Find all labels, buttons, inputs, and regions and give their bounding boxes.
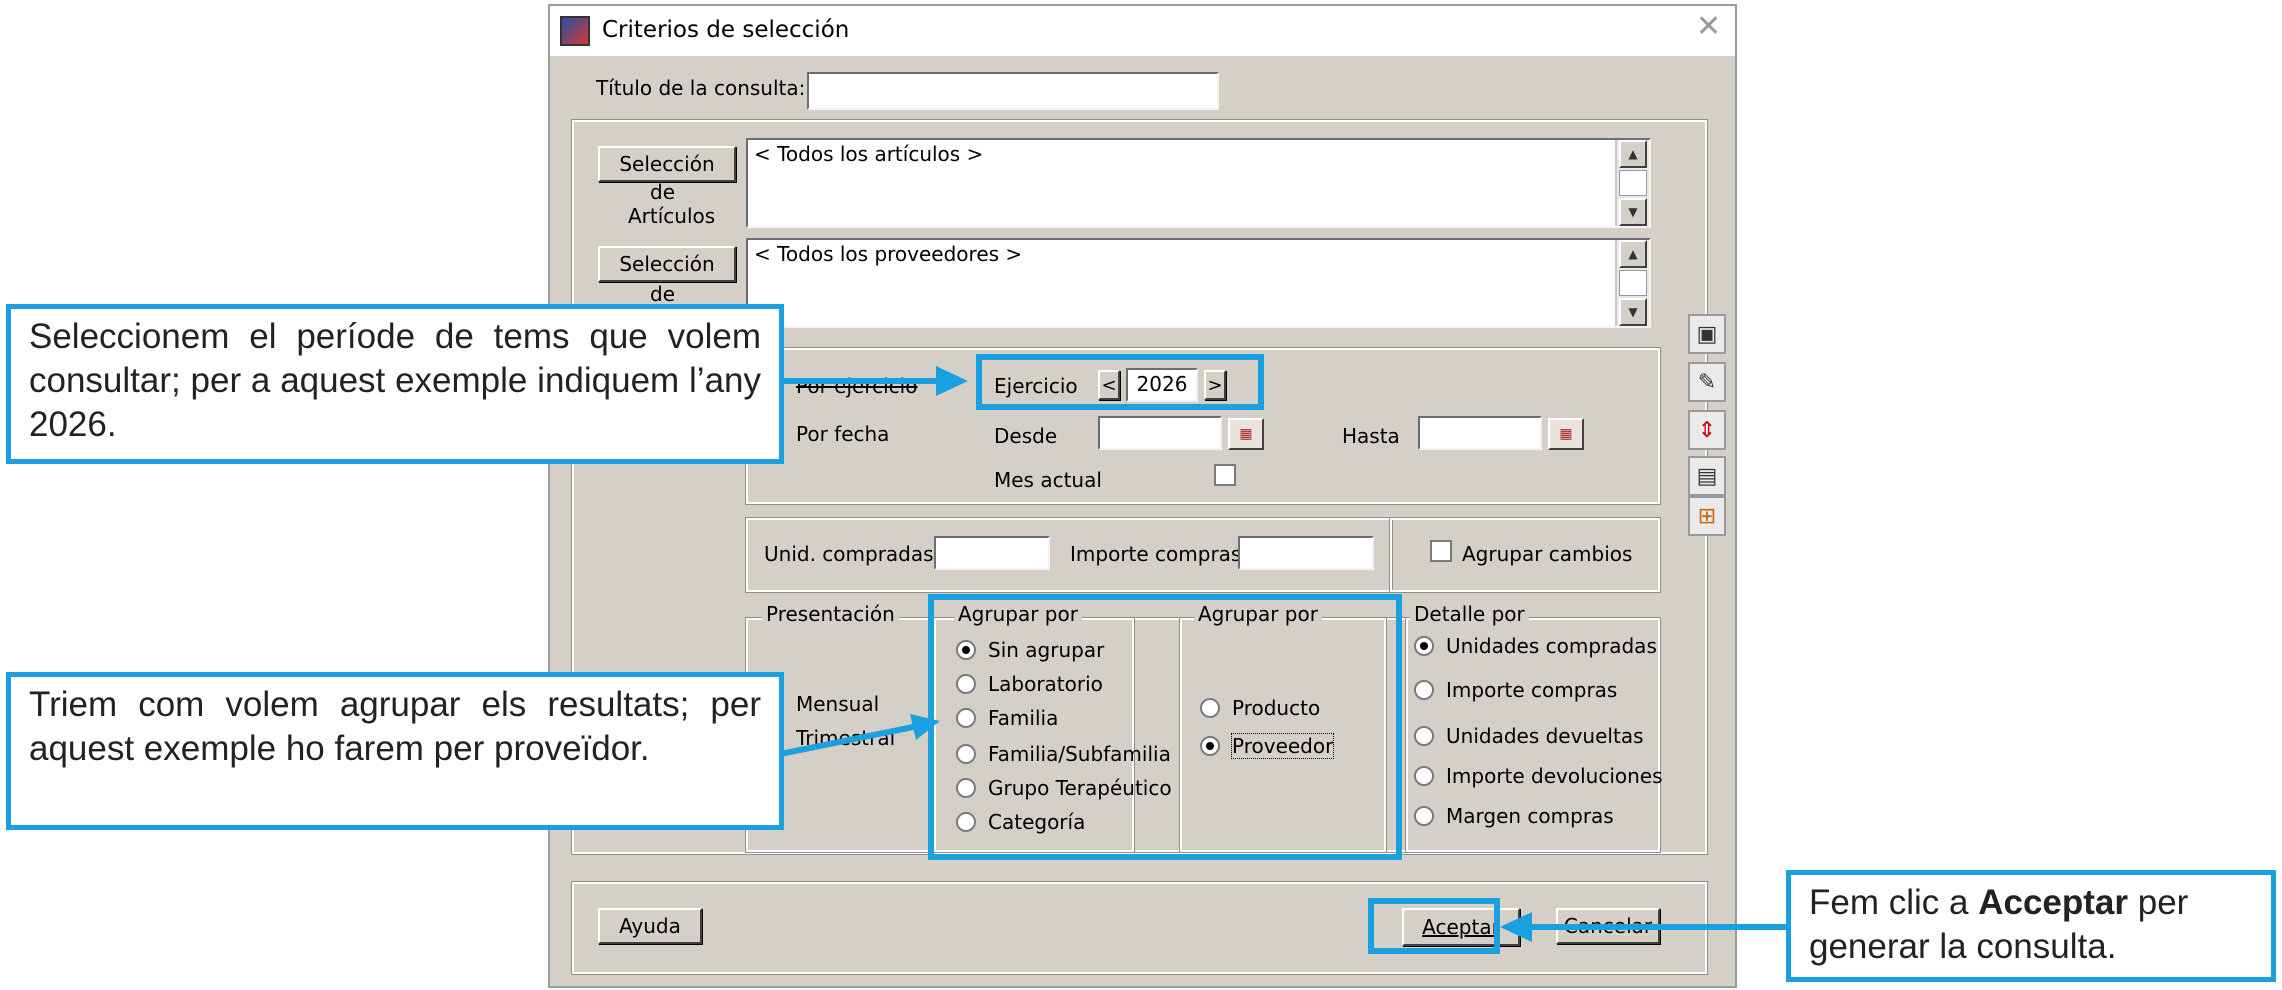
scroll-up-icon[interactable]: ▲ (1619, 240, 1647, 268)
query-title-label: Título de la consulta: (596, 76, 806, 100)
purchase-amount-input[interactable] (1238, 536, 1374, 570)
from-calendar-icon[interactable]: ▦ (1228, 418, 1264, 450)
select-providers-de-label: de (650, 282, 675, 306)
period-arrow-line (784, 378, 944, 384)
help-button[interactable]: Ayuda (598, 908, 702, 944)
app-icon (560, 16, 590, 46)
accept-highlight (1368, 898, 1500, 954)
title-bar: Criterios de selección ✕ (550, 6, 1735, 56)
select-articles-articulos-label: Artículos (628, 204, 716, 228)
to-date-label: Hasta (1342, 424, 1400, 448)
accept-callout-pre: Fem clic a (1809, 883, 1979, 922)
group-changes-label: Agrupar cambios (1462, 542, 1633, 566)
from-date-label: Desde (994, 424, 1058, 448)
grouping-callout: Triem com volem agrupar els resultats; p… (6, 672, 784, 830)
select-articles-button-label: Selección (619, 152, 715, 176)
window-title: Criterios de selección (602, 17, 850, 43)
exercise-highlight (976, 354, 1264, 410)
grouping-arrow (780, 714, 940, 757)
to-date-input[interactable] (1418, 416, 1542, 450)
detail-units-bought-radio[interactable] (1414, 636, 1434, 656)
resize-icon[interactable]: ⇕ (1688, 410, 1726, 450)
grouping-highlight (928, 594, 1402, 860)
detail-purchase-amount-label: Importe compras (1446, 678, 1618, 702)
scroll-thumb[interactable] (1619, 170, 1647, 196)
query-title-input[interactable] (807, 72, 1219, 110)
help-button-label: Ayuda (619, 914, 681, 938)
accept-callout: Fem clic a Acceptar per generar la consu… (1786, 870, 2276, 982)
providers-scrollbar[interactable]: ▲ ▼ (1615, 240, 1649, 326)
detail-by-legend: Detalle por (1410, 602, 1529, 626)
detail-returns-amount-radio[interactable] (1414, 766, 1434, 786)
presentation-legend: Presentación (762, 602, 899, 626)
scroll-thumb[interactable] (1619, 270, 1647, 296)
detail-purchase-amount-radio[interactable] (1414, 680, 1434, 700)
scroll-up-icon[interactable]: ▲ (1619, 140, 1647, 168)
tree-icon[interactable]: ⊞ (1688, 496, 1726, 536)
scroll-down-icon[interactable]: ▼ (1619, 298, 1647, 326)
providers-list[interactable]: < Todos los proveedores > ▲ ▼ (746, 238, 1651, 328)
select-articles-button[interactable]: Selección (598, 146, 736, 182)
articles-scrollbar[interactable]: ▲ ▼ (1615, 140, 1649, 226)
accept-arrow-line (1528, 924, 1790, 930)
accept-callout-bold: Acceptar (1978, 883, 2128, 922)
detail-units-bought-label: Unidades compradas (1446, 634, 1657, 658)
period-callout: Seleccionem el període de tems que volem… (6, 304, 784, 464)
print-preview-icon[interactable]: ▤ (1688, 456, 1726, 496)
articles-list[interactable]: < Todos los artículos > ▲ ▼ (746, 138, 1651, 228)
select-providers-button-label: Selección (619, 252, 715, 276)
units-bought-input[interactable] (934, 536, 1050, 570)
detail-units-returned-label: Unidades devueltas (1446, 724, 1644, 748)
select-articles-de-label: de (650, 180, 675, 204)
detail-units-returned-radio[interactable] (1414, 726, 1434, 746)
to-calendar-icon[interactable]: ▦ (1548, 418, 1584, 450)
select-providers-button[interactable]: Selección (598, 246, 736, 282)
save-icon[interactable]: ▣ (1688, 314, 1726, 354)
detail-returns-amount-label: Importe devoluciones (1446, 764, 1663, 788)
purchase-amount-label: Importe compras (1070, 542, 1242, 566)
scroll-down-icon[interactable]: ▼ (1619, 198, 1647, 226)
close-icon[interactable]: ✕ (1696, 12, 1721, 42)
edit-icon[interactable]: ✎ (1688, 362, 1726, 402)
detail-purchase-margin-radio[interactable] (1414, 806, 1434, 826)
units-bought-label: Unid. compradas (764, 542, 934, 566)
articles-list-item: < Todos los artículos > (754, 142, 984, 166)
current-month-label: Mes actual (994, 468, 1102, 492)
group-changes-checkbox[interactable] (1430, 540, 1452, 562)
detail-purchase-margin-label: Margen compras (1446, 804, 1614, 828)
period-arrow-head (936, 366, 968, 396)
from-date-input[interactable] (1098, 416, 1222, 450)
presentation-monthly-label: Mensual (796, 692, 880, 716)
by-date-label: Por fecha (796, 422, 890, 446)
providers-list-item: < Todos los proveedores > (754, 242, 1023, 266)
current-month-checkbox[interactable] (1214, 464, 1236, 486)
